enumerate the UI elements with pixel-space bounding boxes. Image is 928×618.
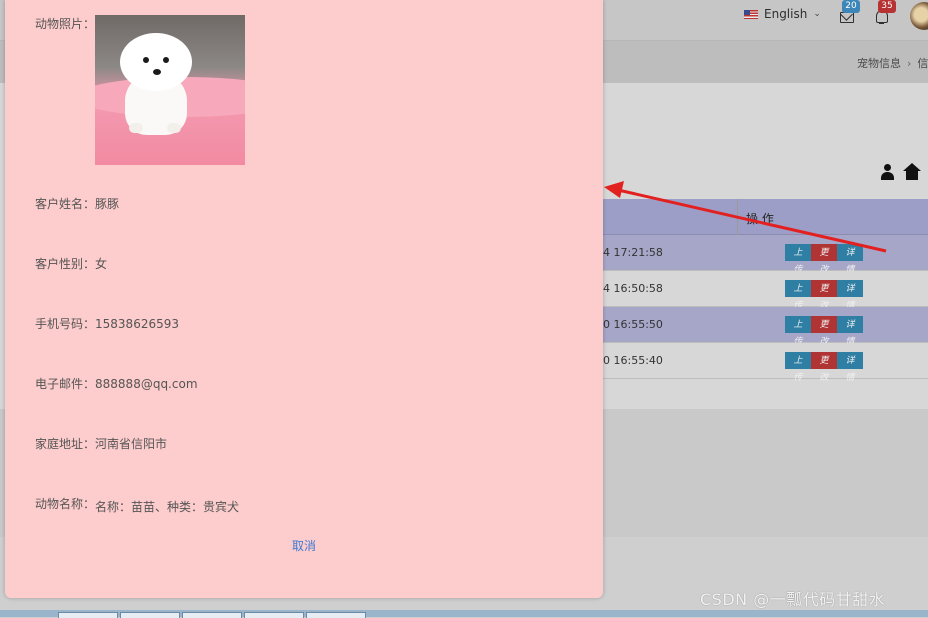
- phone-value: 15838626593: [95, 317, 179, 331]
- address-label: 家庭地址：: [35, 437, 96, 451]
- cancel-button[interactable]: 取消: [292, 537, 316, 554]
- address-row: 家庭地址：河南省信阳市: [35, 435, 167, 452]
- photo-label: 动物照片：: [35, 17, 96, 31]
- pet-photo: [95, 15, 245, 165]
- address-value: 河南省信阳市: [95, 437, 168, 451]
- phone-label: 手机号码：: [35, 317, 96, 331]
- customer-name-label: 客户姓名：: [35, 197, 96, 211]
- email-value: 888888@qq.com: [95, 377, 198, 391]
- animal-name-row: 动物名称：名称：苗苗、种类：贵宾犬: [35, 495, 240, 514]
- watermark: CSDN @一瓢代码甘甜水: [700, 590, 886, 609]
- customer-name-value: 豚豚: [95, 197, 120, 211]
- animal-name-value: 名称：苗苗、种类：贵宾犬: [95, 500, 240, 514]
- email-row: 电子邮件：888888@qq.com: [35, 375, 198, 392]
- gender-label: 客户性别：: [35, 257, 96, 271]
- pet-detail-modal: 动物照片： 客户姓名：豚豚 客户性别：女 手机号码：15838626593 电子…: [5, 0, 603, 598]
- animal-name-label: 动物名称：: [35, 497, 96, 511]
- customer-name-row: 客户姓名：豚豚: [35, 195, 119, 212]
- gender-value: 女: [95, 257, 108, 271]
- phone-row: 手机号码：15838626593: [35, 315, 179, 332]
- gender-row: 客户性别：女: [35, 255, 107, 272]
- email-label: 电子邮件：: [35, 377, 96, 391]
